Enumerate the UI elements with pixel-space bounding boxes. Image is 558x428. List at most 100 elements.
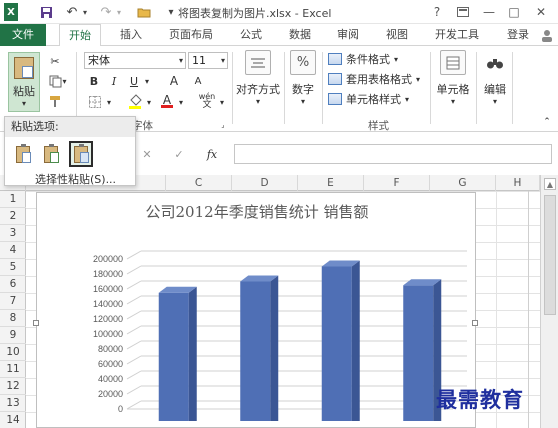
redo-icon[interactable]: ↷ xyxy=(98,3,114,21)
undo-dropdown-icon[interactable]: ▾ xyxy=(80,3,90,21)
cell-styles-button[interactable]: 单元格样式 ▾ xyxy=(328,90,409,108)
row-header[interactable]: 4 xyxy=(0,242,26,259)
column-header-f[interactable]: F xyxy=(364,175,430,191)
font-size-dropdown-icon[interactable]: ▾ xyxy=(218,53,228,68)
column-header-g[interactable]: G xyxy=(430,175,496,191)
paste-option-keep-source[interactable] xyxy=(11,141,35,167)
font-dialog-launcher-icon[interactable]: ⌟ xyxy=(218,120,228,130)
help-icon[interactable]: ? xyxy=(426,2,448,22)
editing-label: 编辑 xyxy=(484,83,506,96)
row-header[interactable]: 13 xyxy=(0,395,26,412)
paste-button[interactable]: 粘贴 ▾ xyxy=(8,52,40,112)
row-header[interactable]: 1 xyxy=(0,191,26,208)
chevron-down-icon: ▾ xyxy=(300,97,305,106)
enter-icon[interactable]: ✓ xyxy=(172,146,186,162)
borders-dropdown-icon[interactable]: ▾ xyxy=(104,94,114,110)
row-header[interactable]: 10 xyxy=(0,344,26,361)
column-header-e[interactable]: E xyxy=(298,175,364,191)
number-button[interactable]: % 数字 ▾ xyxy=(288,50,318,106)
row-header[interactable]: 3 xyxy=(0,225,26,242)
gridline-depth xyxy=(126,340,142,350)
underline-dropdown-icon[interactable]: ▾ xyxy=(142,73,152,89)
copy-icon[interactable]: ▾ xyxy=(46,72,70,90)
row-header[interactable]: 7 xyxy=(0,293,26,310)
chart-resize-handle[interactable] xyxy=(33,320,39,326)
bold-button[interactable]: B xyxy=(86,73,102,89)
bar-side xyxy=(351,260,360,421)
paste-option-destination-theme[interactable] xyxy=(39,141,63,167)
scroll-up-icon[interactable]: ▲ xyxy=(544,178,556,190)
font-color-icon[interactable]: A xyxy=(158,92,176,110)
minimize-icon[interactable]: — xyxy=(478,2,500,22)
cells-button[interactable]: 单元格 ▾ xyxy=(432,50,474,106)
row-header[interactable]: 9 xyxy=(0,327,26,344)
paste-icon xyxy=(14,57,34,79)
watermark-text: 最需教育 xyxy=(436,387,524,412)
formula-input[interactable] xyxy=(234,144,552,164)
column-header-d[interactable]: D xyxy=(232,175,298,191)
borders-icon[interactable] xyxy=(86,94,104,110)
redo-dropdown-icon[interactable]: ▾ xyxy=(114,3,124,21)
conditional-formatting-button[interactable]: 条件格式 ▾ xyxy=(328,50,398,68)
row-header[interactable]: 5 xyxy=(0,259,26,276)
cancel-icon[interactable]: ✕ xyxy=(140,146,154,162)
row-header[interactable]: 8 xyxy=(0,310,26,327)
table-icon xyxy=(328,73,342,85)
font-name-dropdown-icon[interactable]: ▾ xyxy=(176,53,186,68)
y-tick-label: 180000 xyxy=(93,269,123,279)
user-icon[interactable] xyxy=(538,24,556,46)
editing-button[interactable]: 编辑 ▾ xyxy=(480,50,510,106)
y-tick-label: 160000 xyxy=(93,284,123,294)
tab-insert[interactable]: 插入 xyxy=(111,24,151,46)
chart-plot: 2000001800001600001400001200001000008000… xyxy=(93,250,467,421)
phonetic-icon[interactable]: wén 文 xyxy=(196,92,218,110)
italic-button[interactable]: I xyxy=(106,73,122,89)
fill-color-icon[interactable] xyxy=(126,92,144,110)
font-color-dropdown-icon[interactable]: ▾ xyxy=(176,94,186,110)
alignment-button[interactable]: 对齐方式 ▾ xyxy=(234,50,282,106)
maximize-icon[interactable]: □ xyxy=(503,2,525,22)
collapse-ribbon-icon[interactable]: ⌃ xyxy=(540,116,554,128)
undo-icon[interactable]: ↶ xyxy=(64,3,80,21)
cut-icon[interactable]: ✂ xyxy=(46,52,64,70)
ribbon-display-icon[interactable] xyxy=(452,2,474,22)
row-header[interactable]: 2 xyxy=(0,208,26,225)
paste-option-picture[interactable] xyxy=(69,141,93,167)
customize-toolbar-icon[interactable]: ▾ xyxy=(164,3,178,21)
chart[interactable]: 公司2012年季度销售统计 销售额 200000 180000 160000 1400… xyxy=(36,192,476,428)
grow-font-button[interactable]: A xyxy=(166,73,182,89)
tab-data[interactable]: 数据 xyxy=(280,24,320,46)
tab-view[interactable]: 视图 xyxy=(377,24,417,46)
binoculars-icon xyxy=(482,50,508,75)
scroll-thumb[interactable] xyxy=(544,195,556,315)
shrink-font-button[interactable]: A xyxy=(190,73,206,89)
sign-in-link[interactable]: 登录 xyxy=(498,24,538,46)
tab-page-layout[interactable]: 页面布局 xyxy=(160,24,222,46)
tab-file[interactable]: 文件 xyxy=(0,24,46,46)
column-header-h[interactable]: H xyxy=(496,175,540,191)
phonetic-dropdown-icon[interactable]: ▾ xyxy=(217,94,227,110)
open-folder-icon[interactable] xyxy=(136,3,152,21)
close-icon[interactable]: ✕ xyxy=(530,2,552,22)
format-painter-icon[interactable] xyxy=(46,92,64,110)
row-header[interactable]: 6 xyxy=(0,276,26,293)
row-header[interactable]: 11 xyxy=(0,361,26,378)
tab-developer[interactable]: 开发工具 xyxy=(426,24,488,46)
column-header-c[interactable]: C xyxy=(166,175,232,191)
tab-review[interactable]: 审阅 xyxy=(328,24,368,46)
row-header[interactable]: 12 xyxy=(0,378,26,395)
ribbon-tabs: 文件 开始 插入 页面布局 公式 数据 审阅 视图 开发工具 登录 xyxy=(0,24,558,47)
vertical-scrollbar[interactable]: ▲ xyxy=(540,175,558,428)
tab-home[interactable]: 开始 xyxy=(59,24,101,47)
paste-special-link[interactable]: 选择性粘贴(S)... xyxy=(35,171,116,187)
save-icon[interactable] xyxy=(38,3,54,21)
underline-button[interactable]: U xyxy=(126,73,142,89)
tab-formulas[interactable]: 公式 xyxy=(231,24,271,46)
row-header[interactable]: 14 xyxy=(0,412,26,428)
insert-function-icon[interactable]: fx xyxy=(204,146,220,162)
font-name-field[interactable]: 宋体 xyxy=(84,52,186,69)
format-as-table-button[interactable]: 套用表格格式 ▾ xyxy=(328,70,420,88)
fill-color-dropdown-icon[interactable]: ▾ xyxy=(144,94,154,110)
excel-icon: X xyxy=(4,3,18,21)
chart-resize-handle[interactable] xyxy=(472,320,478,326)
